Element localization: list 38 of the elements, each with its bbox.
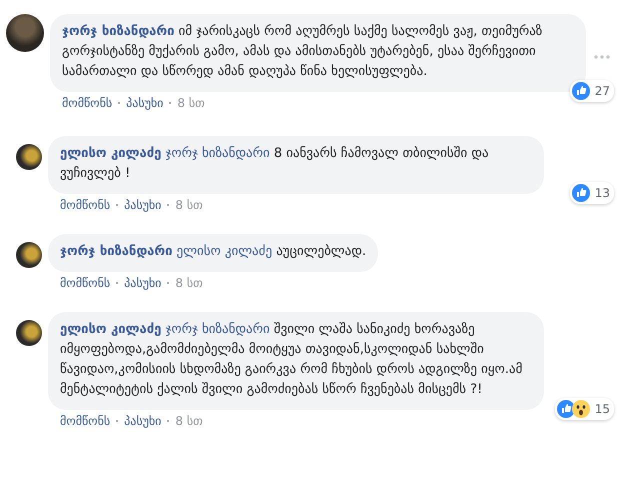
reaction-summary[interactable]: 27 [570, 80, 614, 102]
comment-text: ჯორჯ ხიზანდარი იმ ჯარისკაცს რომ აღუმრეს საქმე სალომეს ვაჟ, თეიმურაზ გორჯისტანზე მუქარის გამო, ამას და ამისთანებს უტარებენ, ესაა შერჩევითი სამართალი და სწორედ ამან დაღუპა წინა ხელისუფლება. [62, 23, 544, 81]
action-link[interactable]: პასუხი [126, 96, 164, 110]
avatar[interactable] [16, 320, 42, 346]
reaction-summary[interactable]: 13 [570, 182, 614, 204]
surprised-face-icon [572, 400, 590, 418]
separator-dot [169, 102, 172, 104]
avatar[interactable] [16, 144, 42, 170]
separator-dot [116, 420, 118, 422]
action-link[interactable]: პასუხი [124, 276, 162, 290]
separator-dot [116, 282, 118, 284]
separator-dot [118, 102, 120, 104]
comment-text: ელისო კილაძე ჯორჯ ხიზანდარი შვილი ლაშა სანიკიძე ხორავაზე იმყოფებოდა,გამომძიებელმა მოიტყუა თავიდან,სკოლიდან სახლში წავიდაო,კომისიის სხდომაზე გაირკვა რომ ჩხუბის დროს ადგილზე იყო.ამ მენტალიტეტის ქალის შვილი გამოძიებას სწორ ჩვენებას მისცემს ?! [60, 321, 524, 399]
thumbs-up-icon [572, 82, 590, 100]
comment-author[interactable]: ელისო კილაძე [60, 146, 162, 161]
action-link[interactable]: მომწონს [60, 414, 110, 428]
comment-text: ჯორჯ ხიზანდარი ელისო კილაძე აუცილებლად. [60, 243, 366, 261]
separator-dot [167, 282, 170, 284]
thumbs-up-icon [572, 184, 590, 202]
comment-author[interactable]: ელისო კილაძე [60, 322, 162, 337]
reaction-summary[interactable]: 15 [554, 398, 614, 420]
separator-dot [116, 204, 118, 206]
mention-link[interactable]: ჯორჯ ხიზანდარი [165, 322, 270, 337]
separator-dot [167, 420, 170, 422]
action-link[interactable]: მომწონს [60, 198, 110, 212]
avatar[interactable] [6, 14, 44, 52]
action-link[interactable]: პასუხი [124, 198, 162, 212]
comment-author[interactable]: ჯორჯ ხიზანდარი [60, 244, 172, 259]
action-link[interactable]: მომწონს [62, 96, 112, 110]
thumbs-up-icon [556, 400, 575, 418]
action-link[interactable]: პასუხი [124, 414, 162, 428]
action-link[interactable]: მომწონს [60, 276, 110, 290]
separator-dot [167, 204, 170, 206]
mention-link[interactable]: ელისო კილაძე [176, 244, 272, 259]
comment-text: ელისო კილაძე ჯორჯ ხიზანდარი 8 იანვარს ჩამოვალ თბილისში და ვუჩივლებ ! [60, 145, 490, 183]
mention-link[interactable]: ჯორჯ ხიზანდარი [165, 146, 270, 161]
comment-author[interactable]: ჯორჯ ხიზანდარი [62, 24, 174, 39]
avatar[interactable] [16, 242, 42, 268]
